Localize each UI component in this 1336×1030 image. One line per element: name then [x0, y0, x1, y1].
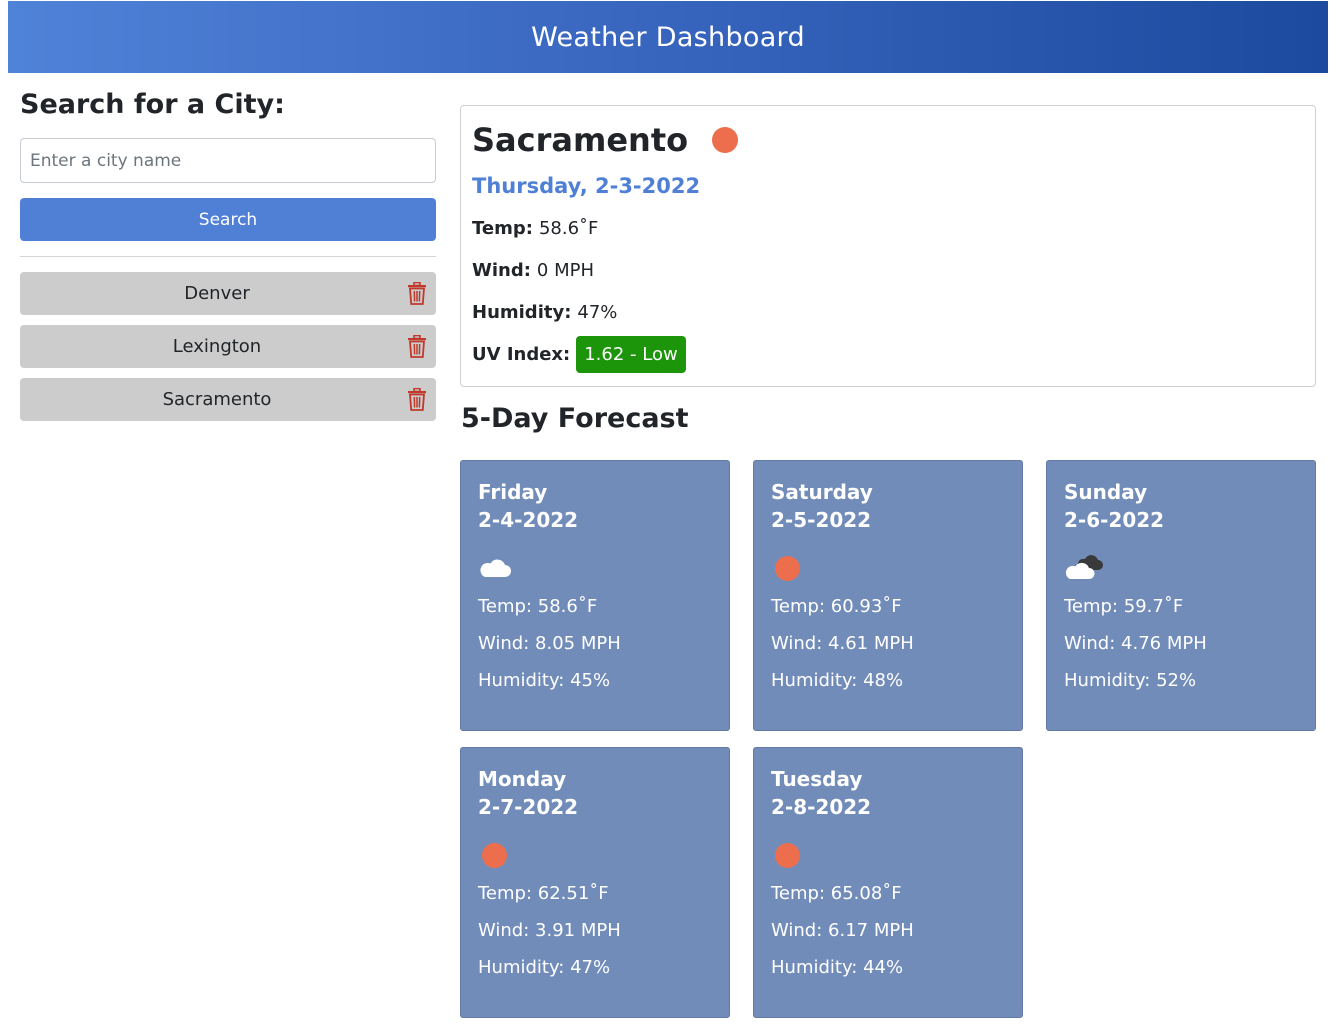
sun-icon: [775, 555, 800, 581]
forecast-wind: Wind: 4.76 MPH: [1064, 633, 1207, 654]
sun-icon: [775, 842, 800, 868]
current-temp: Temp: 58.6˚F: [472, 214, 1315, 242]
forecast-temp: Temp: 62.51˚F: [478, 883, 609, 904]
forecast-card: Friday 2-4-2022 Temp: 58.6˚F Wind: 8.05 …: [460, 460, 730, 731]
forecast-temp: Temp: 65.08˚F: [771, 883, 902, 904]
forecast-title: 5-Day Forecast: [461, 403, 689, 434]
wind-label: Wind:: [472, 259, 531, 281]
history-item-lexington[interactable]: Lexington: [20, 325, 436, 368]
temp-label: Temp:: [472, 217, 533, 239]
forecast-day: Saturday: [771, 480, 873, 504]
sun-icon: [712, 127, 739, 153]
forecast-wind: Wind: 6.17 MPH: [771, 920, 914, 941]
forecast-date: 2-8-2022: [771, 795, 872, 819]
trash-icon[interactable]: [407, 335, 427, 358]
forecast-humidity: Humidity: 48%: [771, 670, 904, 691]
current-weather-card: Sacramento Thursday, 2-3-2022 Temp: 58.6…: [460, 105, 1316, 387]
forecast-temp: Temp: 60.93˚F: [771, 596, 902, 617]
forecast-date: 2-6-2022: [1064, 508, 1165, 532]
forecast-humidity: Humidity: 47%: [478, 957, 611, 978]
forecast-date: 2-4-2022: [478, 508, 579, 532]
history-item-label: Lexington: [172, 336, 262, 357]
forecast-day: Friday: [478, 480, 548, 504]
forecast-day: Tuesday: [771, 767, 863, 791]
trash-icon[interactable]: [407, 388, 427, 411]
forecast-day: Monday: [478, 767, 567, 791]
forecast-date: 2-7-2022: [478, 795, 579, 819]
forecast-day: Sunday: [1064, 480, 1148, 504]
temp-value: 58.6˚F: [538, 217, 599, 239]
broken-clouds-icon: [1065, 555, 1103, 579]
forecast-temp: Temp: 58.6˚F: [478, 596, 598, 617]
humidity-label: Humidity:: [472, 301, 572, 323]
forecast-date: 2-5-2022: [771, 508, 872, 532]
forecast-wind: Wind: 8.05 MPH: [478, 633, 621, 654]
current-date: Thursday, 2-3-2022: [472, 174, 701, 198]
cloud-icon: [480, 559, 511, 577]
forecast-humidity: Humidity: 44%: [771, 957, 904, 978]
history-item-sacramento[interactable]: Sacramento: [20, 378, 436, 421]
history-item-label: Sacramento: [162, 389, 272, 410]
forecast-temp: Temp: 59.7˚F: [1064, 596, 1184, 617]
humidity-value: 47%: [577, 301, 618, 323]
uv-label: UV Index:: [472, 343, 571, 365]
sun-icon: [482, 842, 507, 868]
current-wind: Wind: 0 MPH: [472, 256, 1315, 284]
forecast-wind: Wind: 3.91 MPH: [478, 920, 621, 941]
history-item-label: Denver: [184, 283, 250, 304]
trash-icon[interactable]: [407, 282, 427, 305]
search-sidebar: Search for a City: Search Denver Lexingt…: [20, 86, 436, 431]
forecast-card: Saturday 2-5-2022 Temp: 60.93˚F Wind: 4.…: [753, 460, 1023, 731]
page-title: Weather Dashboard: [531, 21, 805, 53]
app-header: Weather Dashboard: [8, 1, 1328, 73]
forecast-card: Tuesday 2-8-2022 Temp: 65.08˚F Wind: 6.1…: [753, 747, 1023, 1018]
forecast-card: Monday 2-7-2022 Temp: 62.51˚F Wind: 3.91…: [460, 747, 730, 1018]
current-city-name: Sacramento: [472, 121, 689, 159]
uv-badge: 1.62 - Low: [576, 335, 686, 373]
forecast-card: Sunday 2-6-2022 Temp: 59.7˚F Wind: 4.76 …: [1046, 460, 1316, 731]
current-humidity: Humidity: 47%: [472, 298, 1315, 326]
search-heading: Search for a City:: [20, 89, 285, 120]
search-input[interactable]: [20, 138, 436, 183]
wind-value: 0 MPH: [536, 259, 595, 281]
forecast-wind: Wind: 4.61 MPH: [771, 633, 914, 654]
history-item-denver[interactable]: Denver: [20, 272, 436, 315]
forecast-humidity: Humidity: 45%: [478, 670, 611, 691]
divider: [20, 256, 436, 257]
current-uv: UV Index: 1.62 - Low: [472, 335, 1315, 373]
search-button[interactable]: Search: [20, 198, 436, 241]
forecast-humidity: Humidity: 52%: [1064, 670, 1197, 691]
